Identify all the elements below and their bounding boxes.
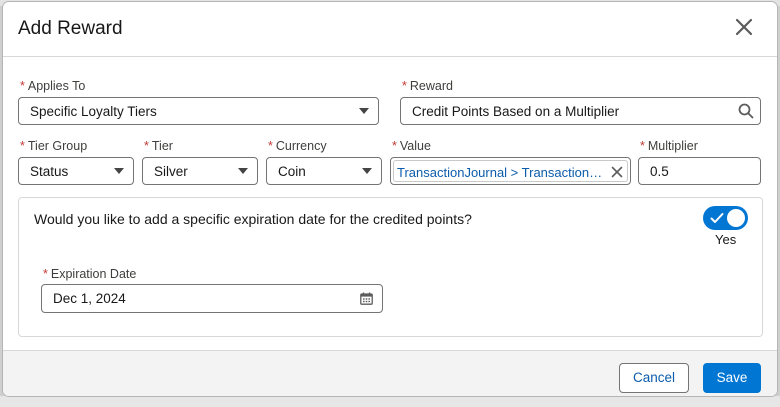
expiration-question: Would you like to add a specific expirat…: [34, 211, 472, 227]
value-pill-text: TransactionJournal > TransactionAmount: [397, 165, 607, 180]
tier-label-text: Tier: [151, 139, 173, 153]
multiplier-value: 0.5: [650, 164, 669, 179]
expiration-toggle[interactable]: [703, 206, 748, 230]
tier-group-select[interactable]: Status: [18, 157, 134, 185]
expiration-date-input[interactable]: Dec 1, 2024: [41, 284, 383, 313]
calendar-icon[interactable]: [360, 292, 373, 305]
expiration-date-label-text: Expiration Date: [50, 267, 137, 281]
required-marker: *: [392, 139, 397, 153]
search-icon[interactable]: [738, 103, 754, 119]
modal-body: * Applies To Specific Loyalty Tiers * Rewa…: [3, 57, 777, 350]
reward-label: * Reward: [402, 79, 453, 93]
multiplier-label: * Multiplier: [640, 139, 698, 153]
required-marker: *: [640, 139, 645, 153]
reward-value: Credit Points Based on a Multiplier: [412, 104, 620, 119]
applies-to-select[interactable]: Specific Loyalty Tiers: [18, 97, 379, 125]
chevron-down-icon: [362, 168, 372, 174]
expiration-section: Would you like to add a specific expirat…: [18, 197, 763, 337]
tier-group-value: Status: [30, 164, 69, 179]
clear-icon[interactable]: [611, 166, 623, 178]
save-button[interactable]: Save: [703, 363, 761, 393]
modal-footer: Cancel Save: [3, 350, 777, 396]
value-label-text: Value: [399, 139, 431, 153]
multiplier-input[interactable]: 0.5: [638, 157, 761, 185]
tier-select[interactable]: Silver: [142, 157, 258, 185]
background-page-bottom: [0, 396, 780, 407]
required-marker: *: [144, 139, 149, 153]
applies-to-label: * Applies To: [20, 79, 85, 93]
expiration-date-label: * Expiration Date: [43, 267, 136, 281]
reward-search-input[interactable]: Credit Points Based on a Multiplier: [400, 97, 761, 125]
chevron-down-icon: [114, 168, 124, 174]
reward-label-text: Reward: [409, 79, 453, 93]
toggle-knob: [727, 209, 745, 227]
currency-label-text: Currency: [275, 139, 327, 153]
chevron-down-icon: [359, 108, 369, 114]
required-marker: *: [20, 79, 25, 93]
required-marker: *: [402, 79, 407, 93]
tier-value: Silver: [154, 164, 188, 179]
expiration-date-value: Dec 1, 2024: [53, 291, 126, 306]
add-reward-modal: Add Reward * Applies To Specific Loyalty …: [3, 2, 777, 396]
modal-header: Add Reward: [3, 2, 777, 57]
value-pill[interactable]: TransactionJournal > TransactionAmount: [393, 160, 628, 182]
currency-select[interactable]: Coin: [266, 157, 382, 185]
value-lookup-input[interactable]: TransactionJournal > TransactionAmount: [390, 157, 631, 185]
tier-group-label: * Tier Group: [20, 139, 87, 153]
value-label: * Value: [392, 139, 431, 153]
applies-to-label-text: Applies To: [27, 79, 86, 93]
tier-group-label-text: Tier Group: [27, 139, 88, 153]
modal-title: Add Reward: [18, 18, 123, 39]
toggle-status-label: Yes: [715, 232, 737, 247]
chevron-down-icon: [238, 168, 248, 174]
tier-label: * Tier: [144, 139, 173, 153]
currency-label: * Currency: [268, 139, 327, 153]
required-marker: *: [268, 139, 273, 153]
close-icon: [735, 18, 753, 36]
multiplier-label-text: Multiplier: [647, 139, 698, 153]
close-button[interactable]: [731, 14, 757, 40]
currency-value: Coin: [278, 164, 306, 179]
required-marker: *: [43, 267, 48, 281]
cancel-button[interactable]: Cancel: [619, 363, 689, 393]
check-icon: [710, 213, 724, 223]
applies-to-value: Specific Loyalty Tiers: [30, 104, 157, 119]
required-marker: *: [20, 139, 25, 153]
